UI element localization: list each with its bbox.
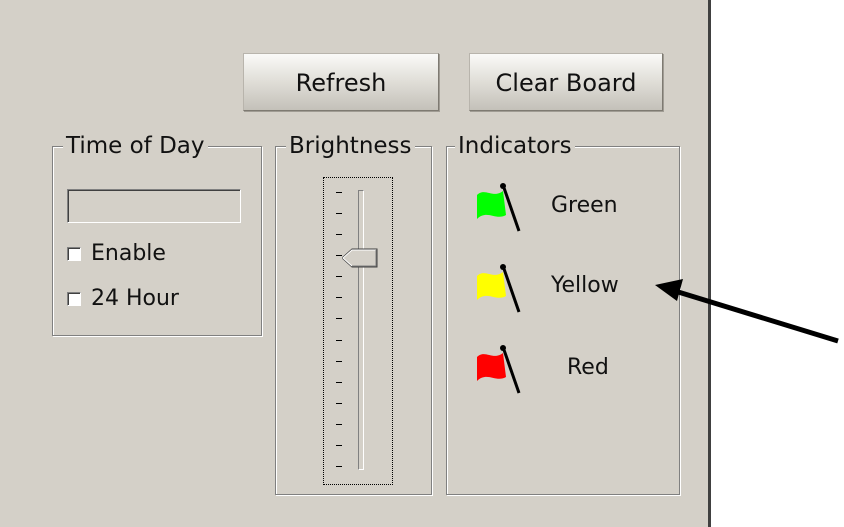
pointer-arrow-icon [655,279,839,344]
